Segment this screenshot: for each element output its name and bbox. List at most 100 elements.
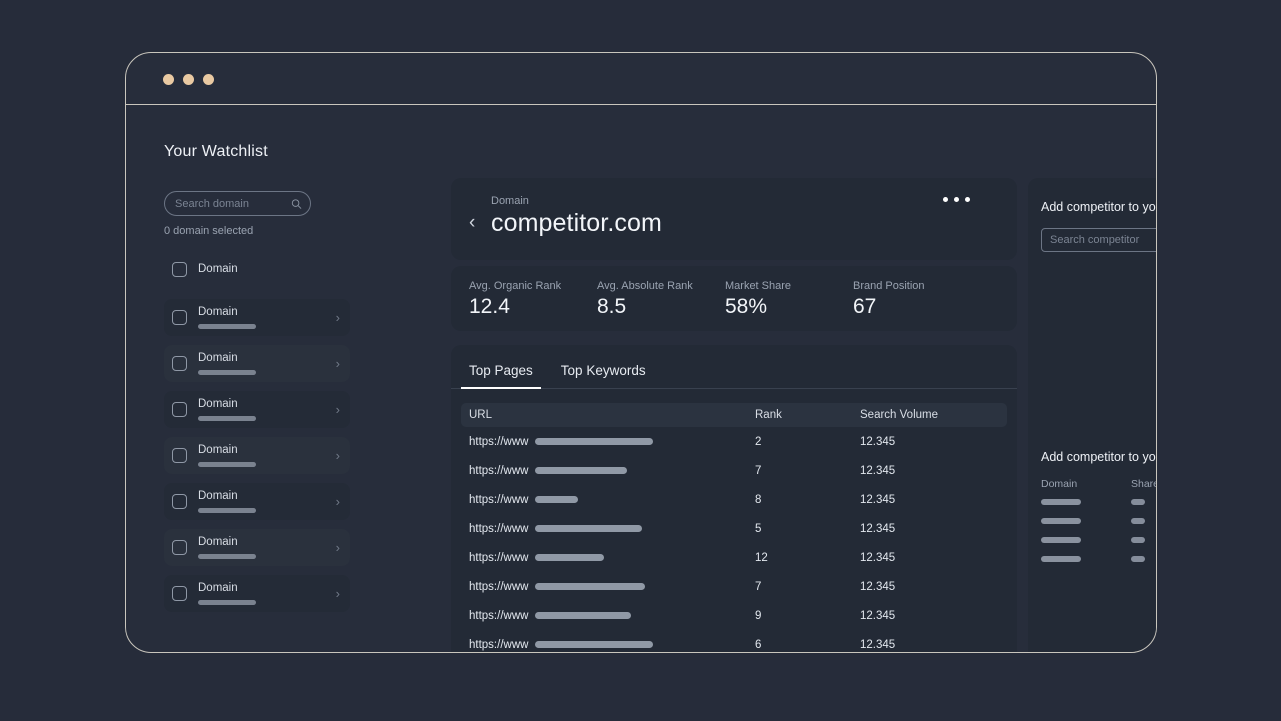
cell-rank: 6 [755, 639, 860, 651]
competitor-row[interactable] [1041, 495, 1156, 509]
url-prefix-text: https://www [469, 436, 528, 448]
domain-item-body: Domain [198, 398, 332, 422]
domain-checkbox[interactable] [172, 402, 187, 417]
cell-search-volume: 12.345 [860, 610, 1007, 622]
maximize-dot-icon[interactable] [203, 74, 214, 85]
domain-item-body: Domain [198, 352, 332, 376]
cell-rank: 7 [755, 581, 860, 593]
back-chevron-icon[interactable]: ‹ [469, 213, 491, 232]
share-skeleton-pill [1131, 499, 1145, 505]
domain-checkbox[interactable] [172, 494, 187, 509]
cell-url: https://www [461, 523, 755, 535]
sidebar-item-domain[interactable]: Domain [164, 254, 350, 284]
chevron-right-icon[interactable]: › [336, 402, 340, 417]
chevron-right-icon[interactable]: › [336, 356, 340, 371]
table-row[interactable]: https://www512.345 [461, 514, 1007, 543]
domain-list: Domain Domain › Domain › Domain › Domain › Domain… [164, 254, 350, 612]
chevron-right-icon[interactable]: › [336, 448, 340, 463]
url-skeleton-bar [535, 525, 642, 532]
table-row[interactable]: https://www812.345 [461, 485, 1007, 514]
domain-checkbox[interactable] [172, 586, 187, 601]
domain-item-label: Domain [198, 263, 340, 276]
cell-rank: 2 [755, 436, 860, 448]
search-competitor-placeholder: Search competitor [1042, 234, 1139, 246]
sidebar-item-domain[interactable]: Domain › [164, 299, 350, 336]
stat-value: 67 [853, 295, 981, 319]
watchlist-sidebar: Your Watchlist Search domain 0 domain se… [164, 106, 350, 652]
table-row[interactable]: https://www1212.345 [461, 543, 1007, 572]
domain-item-body: Domain [198, 582, 332, 606]
domain-skeleton-bar [1041, 499, 1081, 505]
kebab-menu-icon[interactable] [943, 197, 970, 202]
domain-skeleton-bar [198, 416, 256, 421]
share-skeleton-pill [1131, 556, 1145, 562]
cell-search-volume: 12.345 [860, 639, 1007, 651]
domain-checkbox[interactable] [172, 310, 187, 325]
cell-share [1131, 499, 1156, 505]
search-domain-input[interactable]: Search domain [164, 191, 311, 216]
cell-search-volume: 12.345 [860, 552, 1007, 564]
minimize-dot-icon[interactable] [183, 74, 194, 85]
competitor-table-body [1041, 495, 1156, 566]
cell-url: https://www [461, 552, 755, 564]
stat-label: Avg. Absolute Rank [597, 280, 725, 292]
table-row[interactable]: https://www712.345 [461, 456, 1007, 485]
table-row[interactable]: https://www212.345 [461, 427, 1007, 456]
url-prefix-text: https://www [469, 494, 528, 506]
sidebar-item-domain[interactable]: Domain › [164, 345, 350, 382]
cell-url: https://www [461, 465, 755, 477]
url-skeleton-bar [535, 467, 627, 474]
stat-label: Brand Position [853, 280, 981, 292]
url-prefix-text: https://www [469, 581, 528, 593]
url-prefix-text: https://www [469, 465, 528, 477]
top-pages-table: URL Rank Search Volume https://www212.34… [451, 403, 1017, 652]
cell-search-volume: 12.345 [860, 581, 1007, 593]
domain-item-body: Domain [198, 263, 340, 276]
share-skeleton-pill [1131, 518, 1145, 524]
chevron-right-icon[interactable]: › [336, 586, 340, 601]
domain-item-body: Domain [198, 306, 332, 330]
window-titlebar [126, 53, 1156, 105]
domain-item-body: Domain [198, 536, 332, 560]
table-row[interactable]: https://www612.345 [461, 630, 1007, 652]
tab-top-keywords[interactable]: Top Keywords [553, 359, 654, 389]
domain-checkbox[interactable] [172, 540, 187, 555]
url-skeleton-bar [535, 496, 578, 503]
table-row[interactable]: https://www 712.345 [461, 572, 1007, 601]
cell-domain [1041, 518, 1131, 524]
tab-top-pages[interactable]: Top Pages [461, 359, 541, 389]
sidebar-item-domain[interactable]: Domain › [164, 575, 350, 612]
chevron-right-icon[interactable]: › [336, 310, 340, 325]
sidebar-item-domain[interactable]: Domain › [164, 529, 350, 566]
domain-item-label: Domain [198, 582, 332, 595]
competitor-list-section: Add competitor to your watchlist Domain … [1041, 450, 1156, 566]
cell-domain [1041, 556, 1131, 562]
search-competitor-input[interactable]: Search competitor [1041, 228, 1156, 252]
competitor-row[interactable] [1041, 514, 1156, 528]
panel-tabs: Top Pages Top Keywords [451, 359, 1017, 389]
chevron-right-icon[interactable]: › [336, 494, 340, 509]
competitor-row[interactable] [1041, 552, 1156, 566]
sidebar-item-domain[interactable]: Domain› [164, 437, 350, 474]
domain-checkbox[interactable] [172, 448, 187, 463]
chevron-right-icon[interactable]: › [336, 540, 340, 555]
stat-label: Market Share [725, 280, 853, 292]
sidebar-item-domain[interactable]: Domain › [164, 391, 350, 428]
close-dot-icon[interactable] [163, 74, 174, 85]
table-row[interactable]: https://www912.345 [461, 601, 1007, 630]
search-icon [291, 198, 302, 209]
url-prefix-text: https://www [469, 610, 528, 622]
domain-checkbox[interactable] [172, 356, 187, 371]
cell-domain [1041, 499, 1131, 505]
stat-value: 58% [725, 295, 853, 319]
domain-kicker-label: Domain [491, 195, 1017, 207]
domain-skeleton-bar [198, 370, 256, 375]
competitor-row[interactable] [1041, 533, 1156, 547]
domain-checkbox[interactable] [172, 262, 187, 277]
stat-value: 12.4 [469, 295, 597, 319]
cell-rank: 12 [755, 552, 860, 564]
sidebar-item-domain[interactable]: Domain› [164, 483, 350, 520]
url-skeleton-bar [535, 612, 631, 619]
domain-item-label: Domain [198, 536, 332, 549]
stat-block: Avg. Absolute Rank8.5 [597, 280, 725, 331]
